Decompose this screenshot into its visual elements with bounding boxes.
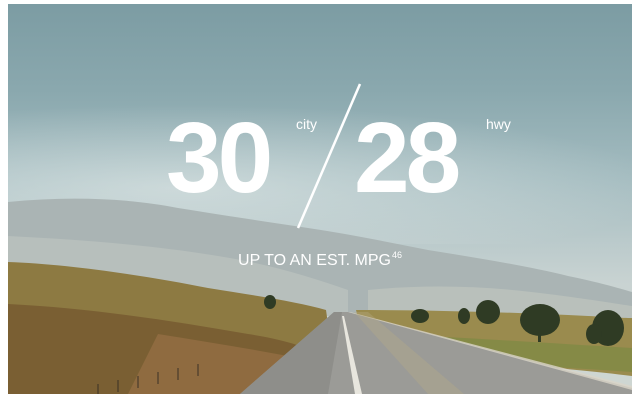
mpg-tagline-text: UP TO AN EST. MPG bbox=[238, 252, 391, 269]
city-mpg-value: 30 bbox=[166, 102, 273, 214]
mpg-tagline: UP TO AN EST. MPG46 bbox=[8, 250, 632, 270]
hwy-mpg-label: hwy bbox=[486, 116, 511, 132]
hwy-mpg-value: 28 bbox=[354, 102, 461, 214]
hero-banner: 30 city 28 hwy UP TO AN EST. MPG46 bbox=[8, 4, 632, 394]
footnote-marker[interactable]: 46 bbox=[392, 250, 402, 260]
